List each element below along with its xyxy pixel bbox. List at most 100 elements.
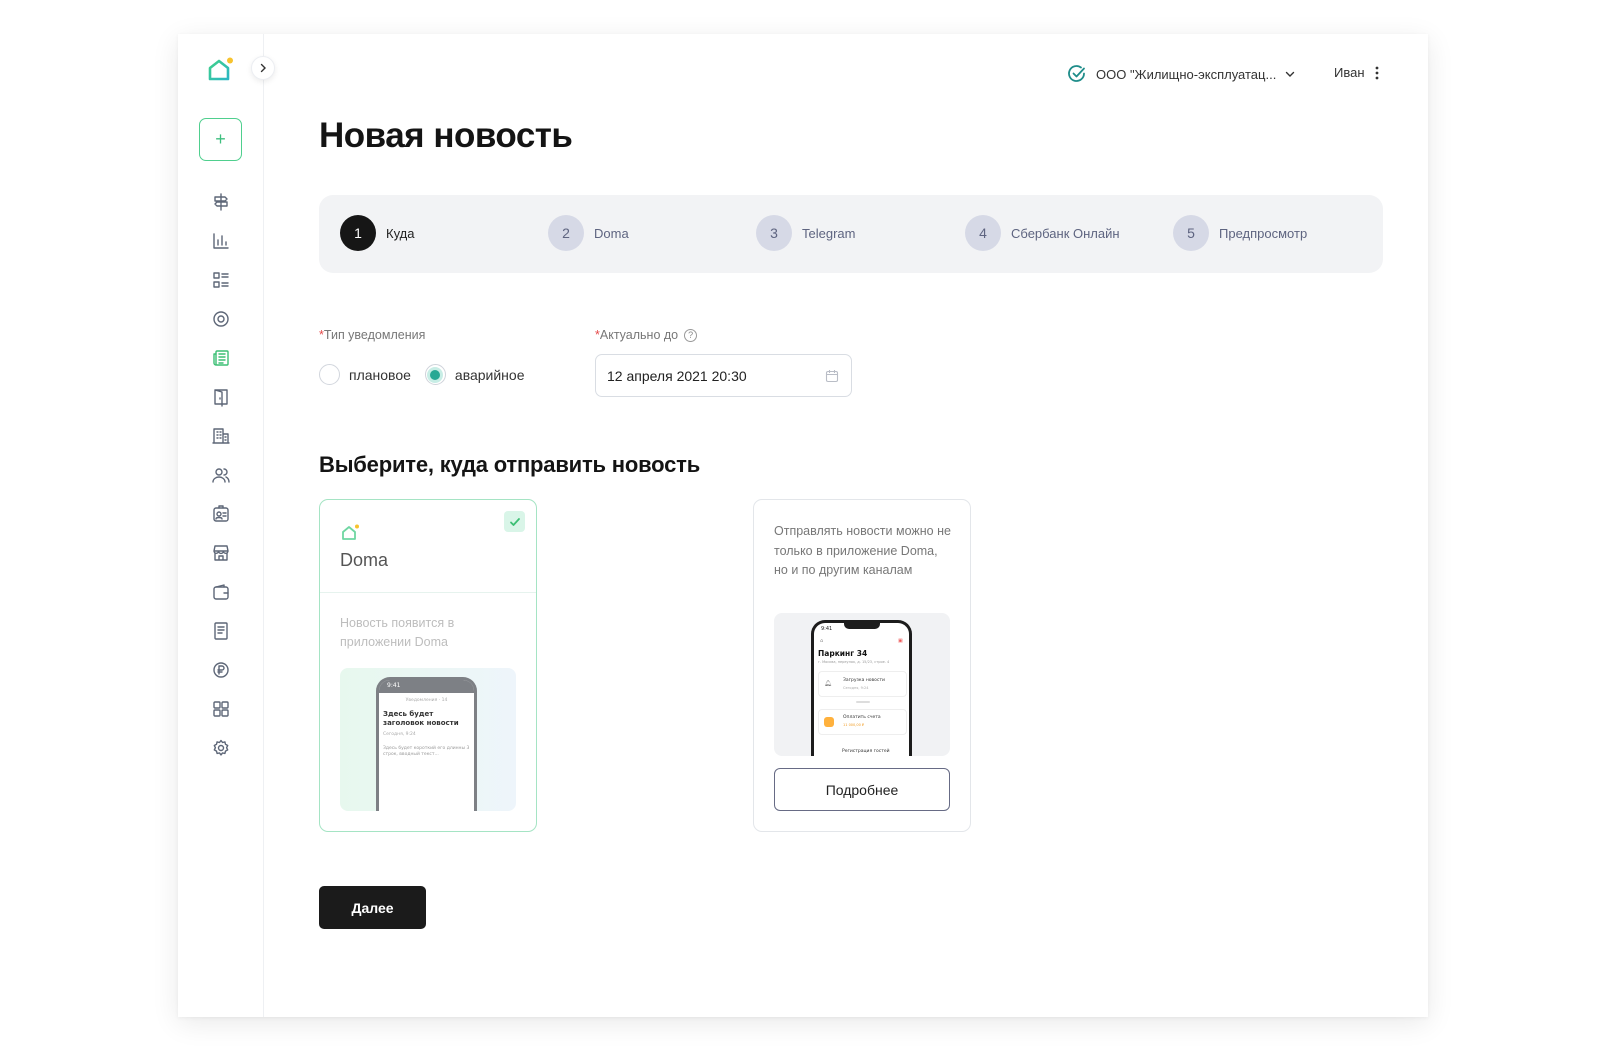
organization-name: ООО "Жилищно-эксплуатац... xyxy=(1096,66,1277,82)
step-telegram[interactable]: 3 Telegram xyxy=(756,215,855,251)
date-field[interactable]: 12 апреля 2021 20:30 xyxy=(595,354,852,397)
phone-item-title: Оплатить счета xyxy=(843,715,881,720)
step-label: Сбербанк Онлайн xyxy=(1011,225,1120,241)
door-icon xyxy=(214,388,228,407)
radio-label: плановое xyxy=(349,366,411,383)
bell-icon: 🔔︎ xyxy=(824,680,832,687)
stepper: 1 Куда 2 Doma 3 Telegram 4 Сбербанк Онла… xyxy=(319,195,1383,273)
nav-item-documents[interactable] xyxy=(178,611,264,650)
phone-time: 9:41 xyxy=(387,682,401,689)
nav-item-signpost[interactable] xyxy=(178,182,264,221)
organization-selector[interactable]: ООО "Жилищно-эксплуатац... xyxy=(1067,64,1295,84)
phone-qr-icon: ▣ xyxy=(898,638,903,644)
step-number: 1 xyxy=(340,215,376,251)
help-icon[interactable]: ? xyxy=(684,328,698,342)
currency-icon xyxy=(213,661,229,678)
notification-type-label: *Тип уведомления xyxy=(319,328,426,342)
phone-item-subtitle: Сегодня, 9:24 xyxy=(843,686,869,690)
step-label: Предпросмотр xyxy=(1219,225,1308,241)
chevron-down-icon xyxy=(1286,71,1295,77)
newspaper-icon xyxy=(213,349,229,366)
phone-item-title: Регистрация гостей xyxy=(842,749,890,754)
check-icon xyxy=(509,517,520,526)
app-window: + ООО "Жилищно-эксплуатац... Иван Новая … xyxy=(178,34,1428,1017)
sidebar-nav xyxy=(178,182,264,767)
nav-item-settings[interactable] xyxy=(178,728,264,767)
step-number: 4 xyxy=(965,215,1001,251)
card-description: Отправлять новости можно не только в при… xyxy=(774,524,951,577)
step-label: Куда xyxy=(386,225,415,241)
create-button[interactable]: + xyxy=(199,118,242,161)
more-vertical-icon xyxy=(1375,66,1378,79)
nav-item-services[interactable] xyxy=(178,689,264,728)
nav-item-doors[interactable] xyxy=(178,377,264,416)
step-number: 3 xyxy=(756,215,792,251)
step-label: Telegram xyxy=(802,225,856,241)
selected-checkbox[interactable] xyxy=(504,511,525,532)
phone-address: г. Москва, переулок, д. 15/23, строе. 4 xyxy=(818,660,890,664)
phone-home-icon: ⌂ xyxy=(820,638,824,644)
settings-icon xyxy=(213,739,229,756)
phone-pager-dots xyxy=(856,701,870,703)
phone-list-item: 🔔︎ Загрузка новости Сегодня, 9:24 xyxy=(818,671,907,697)
sidebar-toggle-button[interactable] xyxy=(251,56,275,80)
page-title: Новая новость xyxy=(319,116,573,155)
phone-date: Сегодня, 9:24 xyxy=(383,732,416,737)
radio-emergency[interactable]: аварийное xyxy=(424,364,525,385)
user-name: Иван xyxy=(1334,65,1365,80)
step-preview[interactable]: 5 Предпросмотр xyxy=(1173,215,1307,251)
phone-mockup: 9:41 ⌂ ▣ Паркинг 34 г. Москва, переулок,… xyxy=(811,620,912,756)
phone-time: 9:41 xyxy=(821,626,833,632)
nav-item-analytics[interactable] xyxy=(178,221,264,260)
step-label: Doma xyxy=(594,225,629,241)
nav-item-news[interactable] xyxy=(178,338,264,377)
notification-type-radio-group: плановое аварийное xyxy=(319,364,525,385)
phone-list-item: Оплатить счета 11 000,00 ₽ xyxy=(818,709,907,735)
nav-item-employees[interactable] xyxy=(178,494,264,533)
card-divider xyxy=(320,592,536,593)
nav-item-buildings[interactable] xyxy=(178,416,264,455)
phone-item-title: Загрузка новости xyxy=(843,678,885,683)
phone-body-text: Здесь будет короткий его длинны 3 строк,… xyxy=(383,746,470,757)
chevron-right-icon xyxy=(260,63,266,73)
calendar-icon[interactable] xyxy=(825,369,839,383)
list-grid-icon xyxy=(213,271,229,288)
phone-top-text: Уведомления · 14 xyxy=(405,698,448,703)
step-sberbank[interactable]: 4 Сбербанк Онлайн xyxy=(965,215,1120,251)
payment-icon xyxy=(824,717,834,727)
step-doma[interactable]: 2 Doma xyxy=(548,215,629,251)
radio-planned[interactable]: плановое xyxy=(319,364,411,385)
nav-item-payments[interactable] xyxy=(178,650,264,689)
step-where[interactable]: 1 Куда xyxy=(340,215,414,251)
radio-circle[interactable] xyxy=(319,364,340,385)
step-number: 5 xyxy=(1173,215,1209,251)
user-menu[interactable]: Иван xyxy=(1334,65,1379,80)
app-phone-preview: 9:41 ⌂ ▣ Паркинг 34 г. Москва, переулок,… xyxy=(774,613,950,756)
nav-item-at[interactable] xyxy=(178,299,264,338)
doma-logo-icon xyxy=(342,524,359,540)
phone-mockup: 9:41 Уведомления · 14 Здесь будет заголо… xyxy=(376,677,477,811)
section-title: Выберите, куда отправить новость xyxy=(319,452,701,477)
document-icon xyxy=(214,621,228,640)
phone-title: Паркинг 34 xyxy=(818,649,868,658)
bar-chart-icon xyxy=(213,232,229,249)
card-title: Doma xyxy=(340,550,389,570)
nav-item-residents[interactable] xyxy=(178,455,264,494)
plus-icon: + xyxy=(215,129,226,149)
nav-item-lists[interactable] xyxy=(178,260,264,299)
radio-circle[interactable] xyxy=(424,364,446,385)
card-description: Новость появится в приложении Doma xyxy=(340,616,455,649)
channel-info-card: Отправлять новости можно не только в при… xyxy=(753,499,971,832)
store-icon xyxy=(213,544,229,561)
nav-item-wallet[interactable] xyxy=(178,572,264,611)
date-value: 12 апреля 2021 20:30 xyxy=(607,367,747,384)
more-info-button[interactable]: Подробнее xyxy=(774,768,950,811)
channel-card-doma[interactable]: Doma Новость появится в приложении Doma … xyxy=(319,499,537,832)
apps-icon xyxy=(213,700,229,717)
nav-item-store[interactable] xyxy=(178,533,264,572)
signpost-icon xyxy=(214,192,228,211)
users-icon xyxy=(212,467,230,483)
app-logo[interactable] xyxy=(206,56,234,84)
next-button[interactable]: Далее xyxy=(319,886,426,929)
radio-label: аварийное xyxy=(454,366,525,383)
